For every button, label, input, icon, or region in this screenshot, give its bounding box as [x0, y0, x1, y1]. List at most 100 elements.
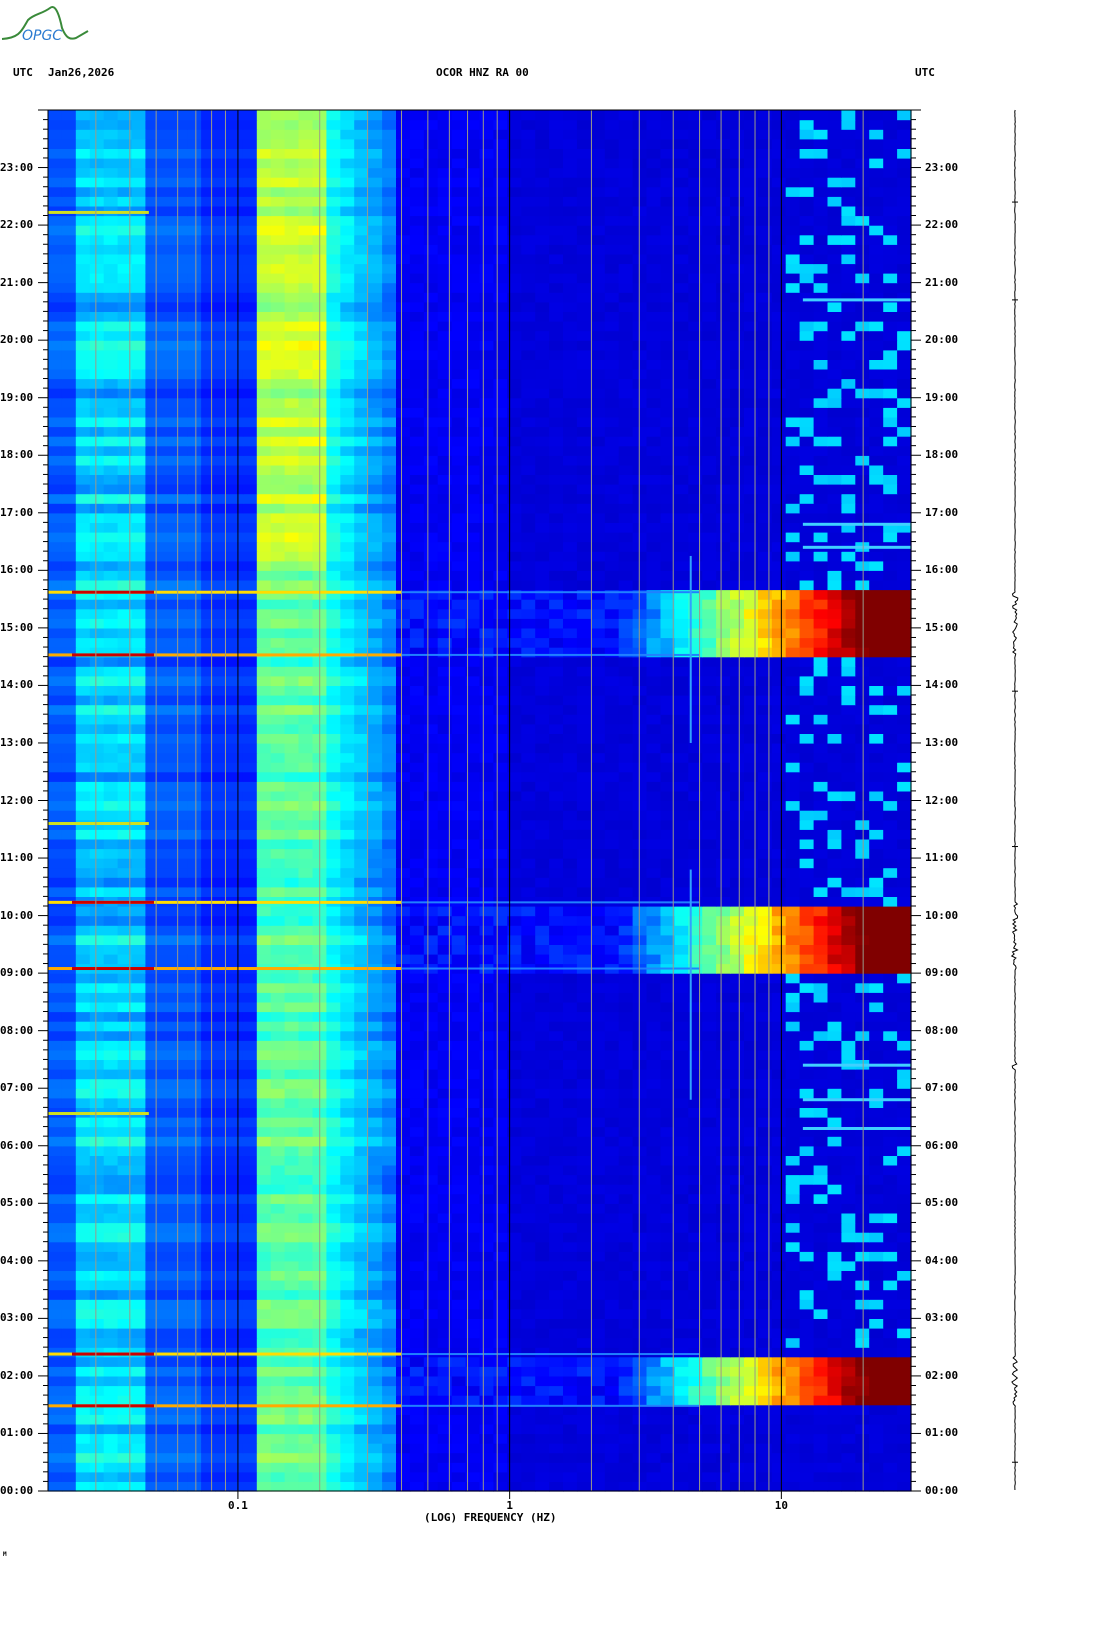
spectrogram-cell: [521, 1222, 536, 1233]
spectrogram-cell: [869, 1021, 884, 1032]
spectrogram-cell: [590, 1212, 606, 1224]
spectrogram-cell: [869, 1385, 884, 1396]
spectrogram-cell: [326, 982, 341, 993]
spectrogram-cell: [242, 723, 258, 734]
spectrogram-cell: [674, 1328, 689, 1339]
spectrogram-cell: [173, 829, 188, 840]
spectrogram-cell: [145, 1126, 160, 1137]
spectrogram-cell: [326, 1366, 341, 1377]
spectrogram-cell: [799, 858, 815, 869]
spectrogram-cell: [744, 1049, 759, 1060]
spectrogram-cell: [757, 953, 773, 965]
spectrogram-cell: [883, 829, 898, 840]
spectrogram-cell: [604, 1136, 620, 1147]
spectrogram-cell: [103, 886, 119, 897]
spectrogram-cell: [744, 1385, 759, 1396]
spectrogram-cell: [242, 1107, 258, 1118]
spectrogram-cell: [674, 723, 689, 734]
spectrogram-cell: [103, 1088, 119, 1099]
spectrogram-cell: [396, 838, 411, 850]
spectrogram-cell: [757, 1164, 773, 1176]
spectrogram-cell: [354, 1097, 369, 1108]
spectrogram-cell: [229, 733, 244, 744]
spectrogram-cell: [437, 819, 453, 830]
spectrogram-cell: [103, 1136, 119, 1147]
spectrogram-cell: [730, 1097, 745, 1108]
spectrogram-cell: [535, 1011, 550, 1022]
spectrogram-cell: [813, 867, 829, 878]
spectrogram-cell: [646, 1049, 661, 1060]
spectrogram-cell: [89, 1212, 105, 1224]
spectrogram-cell: [618, 877, 634, 888]
spectrogram-cell: [354, 1280, 369, 1291]
spectrogram-cell: [674, 1088, 689, 1099]
spectrogram-cell: [423, 1078, 439, 1089]
spectrogram-cell: [646, 1443, 661, 1454]
spectrogram-cell: [284, 1155, 300, 1166]
spectrogram-cell: [757, 973, 773, 984]
spectrogram-cell: [61, 800, 77, 811]
spectrogram-cell: [535, 1164, 550, 1176]
spectrogram-cell: [813, 838, 829, 850]
spectrogram-cell: [326, 1337, 341, 1348]
spectrogram-cell: [284, 1001, 300, 1013]
spectrogram-cell: [855, 1107, 870, 1118]
spectrogram-cell: [590, 1366, 606, 1377]
spectrogram-cell: [479, 1299, 494, 1310]
spectrogram-cell: [298, 1174, 313, 1185]
spectrogram-cell: [674, 1270, 689, 1281]
spectrogram-cell: [883, 982, 898, 993]
spectrogram-cell: [423, 1280, 439, 1291]
spectrogram-cell: [813, 1164, 829, 1176]
spectrogram-cell: [632, 723, 648, 734]
spectrogram-cell: [674, 1097, 689, 1108]
spectrogram-cell: [604, 1318, 620, 1329]
spectrogram-cell: [744, 896, 759, 907]
spectrogram-cell: [841, 1462, 856, 1473]
spectrogram-cell: [437, 1443, 453, 1454]
spectrogram-cell: [716, 1117, 731, 1128]
spectrogram-cell: [215, 1155, 230, 1166]
spectrogram-cell: [368, 1328, 383, 1339]
spectrogram-cell: [493, 992, 508, 1003]
spectrogram-cell: [61, 1356, 77, 1367]
spectrogram-cell: [716, 1078, 731, 1089]
spectrogram-cell: [535, 1021, 550, 1032]
spectrogram-cell: [757, 1433, 773, 1444]
spectrogram-cell: [187, 1107, 202, 1118]
spectrogram-cell: [576, 1088, 592, 1099]
spectrogram-cell: [256, 762, 272, 773]
spectrogram-cell: [674, 1059, 689, 1070]
spectrogram-cell: [396, 1078, 411, 1089]
spectrogram-cell: [61, 1011, 77, 1022]
spectrogram-cell: [48, 1328, 63, 1339]
spectrogram-cell: [326, 1126, 341, 1137]
spectrogram-cell: [757, 819, 773, 830]
spectrogram-cell: [159, 771, 174, 782]
spectrogram-cell: [75, 1232, 91, 1243]
spectrogram-cell: [48, 925, 63, 936]
spectrogram-cell: [535, 1462, 550, 1473]
spectrogram-cell: [201, 1011, 216, 1022]
spectrogram-cell: [409, 1011, 425, 1022]
spectrogram-cell: [855, 1443, 870, 1454]
spectrogram-cell: [409, 877, 425, 888]
spectrogram-cell: [535, 1001, 550, 1013]
spectrogram-cell: [744, 1040, 759, 1051]
spectrogram-cell: [799, 953, 815, 965]
spectrogram-cell: [883, 743, 898, 754]
spectrogram-cell: [730, 1433, 745, 1444]
spectrogram-cell: [187, 1423, 202, 1435]
spectrogram-cell: [256, 1443, 272, 1454]
spectrogram-cell: [48, 781, 63, 792]
spectrogram-cell: [799, 1021, 815, 1032]
spectrogram-cell: [256, 1069, 272, 1080]
spectrogram-cell: [869, 1347, 884, 1358]
spectrogram-cell: [576, 973, 592, 984]
spectrogram-cell: [215, 743, 230, 754]
spectrogram-cell: [201, 915, 216, 926]
spectrogram-cell: [61, 743, 77, 754]
spectrogram-cell: [771, 1337, 787, 1348]
spectrogram-cell: [576, 1059, 592, 1070]
spectrogram-cell: [549, 1174, 564, 1185]
